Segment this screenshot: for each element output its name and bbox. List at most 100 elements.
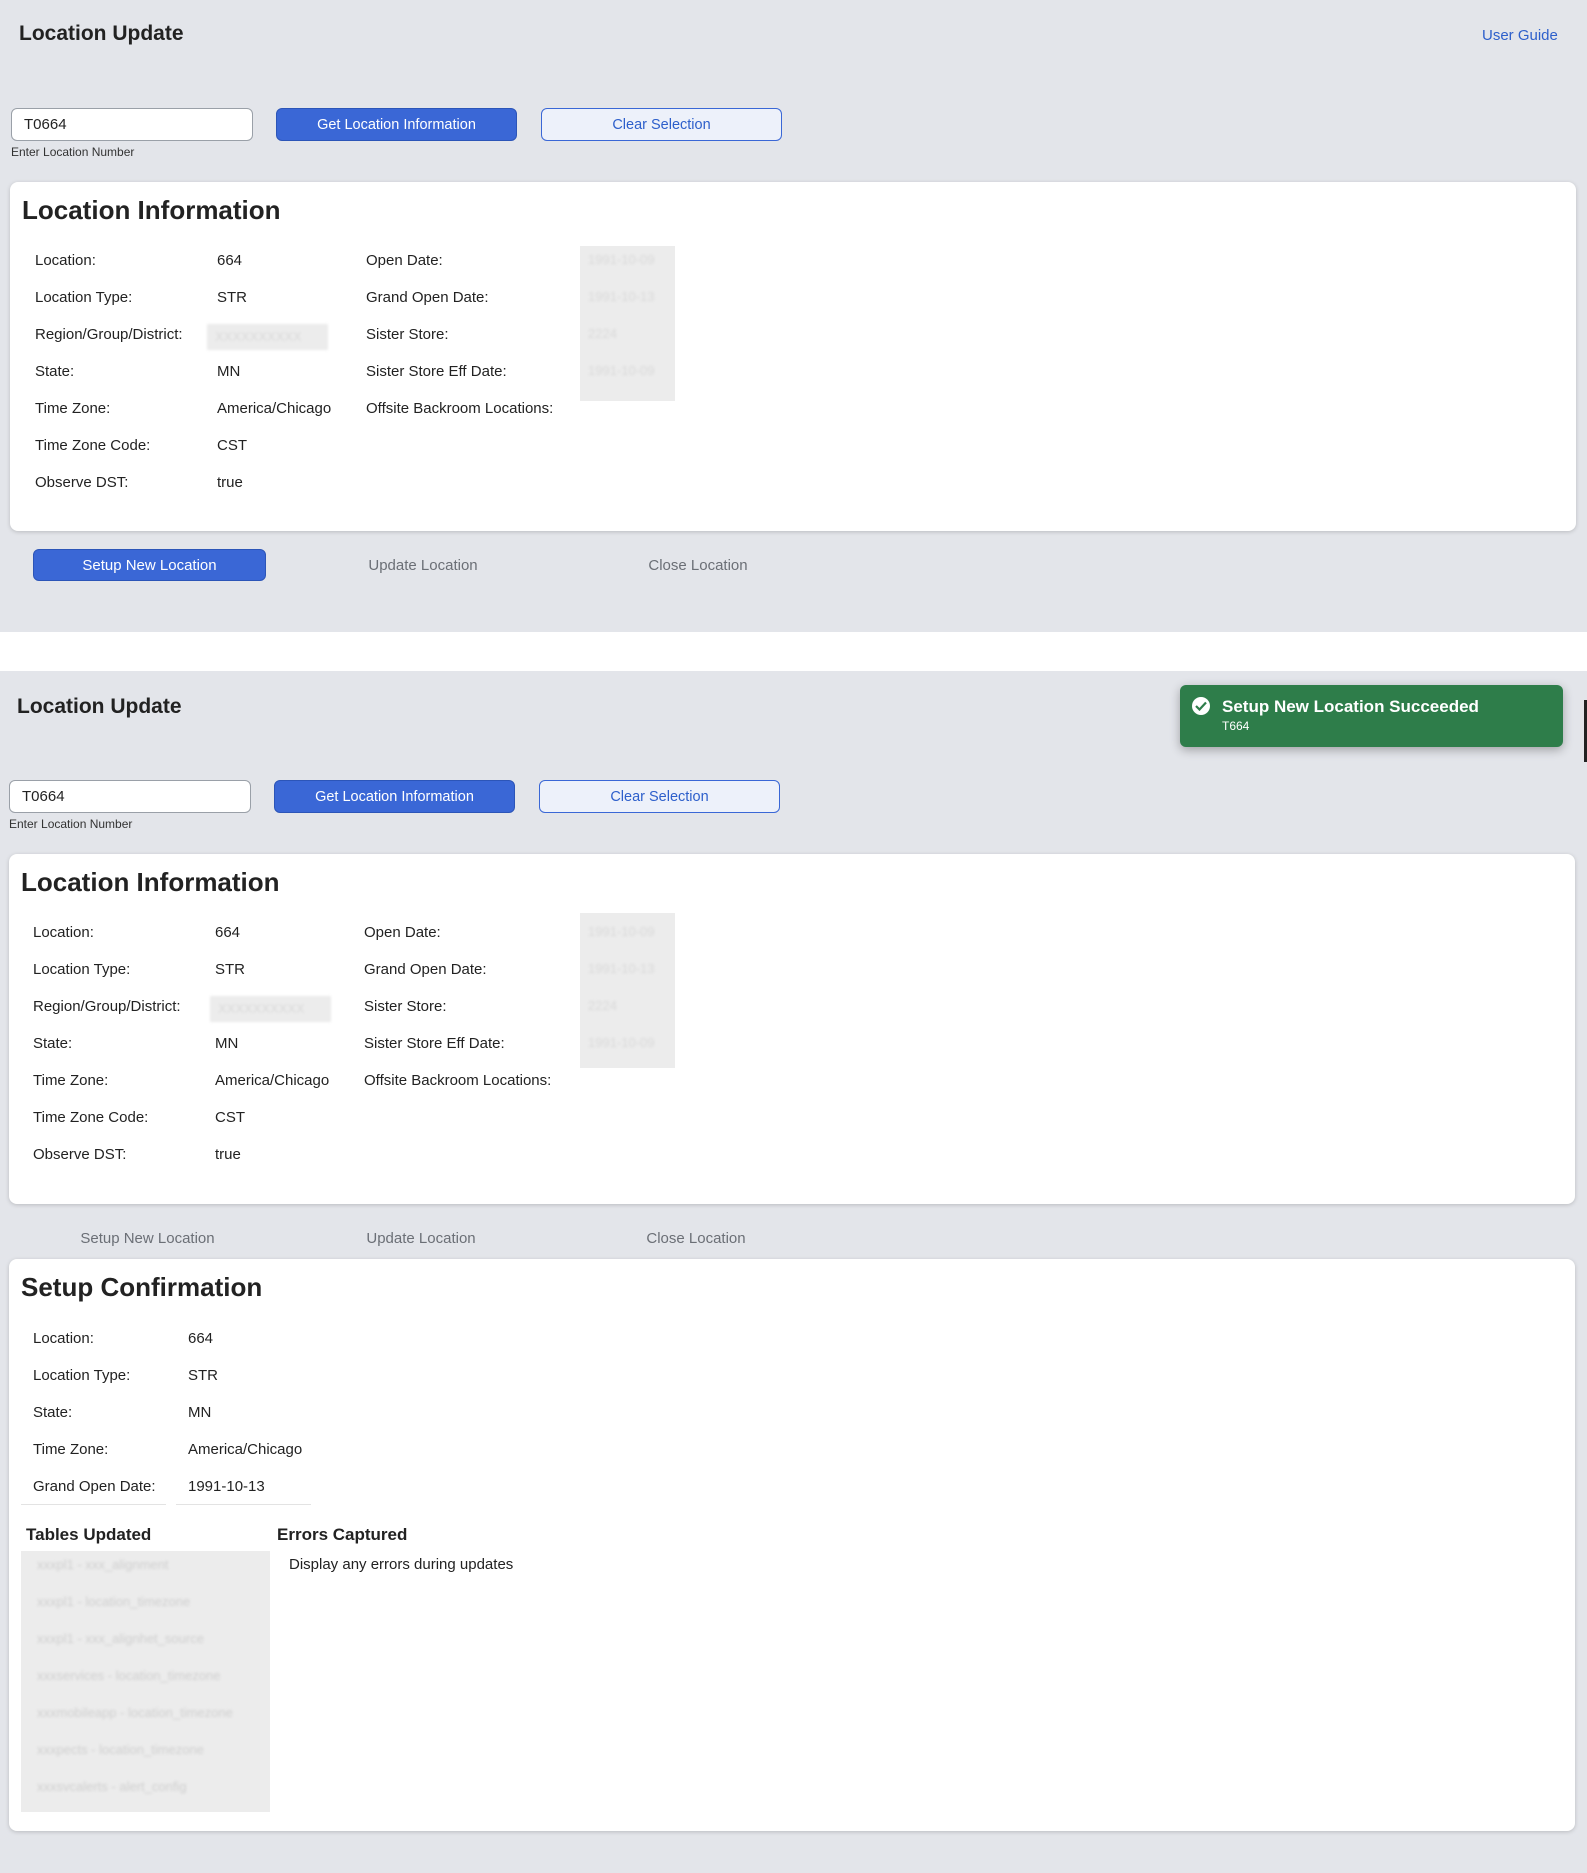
list-item: xxxpects - location_timezone — [37, 1742, 204, 1757]
location-info-card: Location Information Location: 664 Locat… — [9, 854, 1575, 1204]
card-title: Location Information — [22, 195, 281, 225]
list-item: xxxmobileapp - location_timezone — [37, 1705, 233, 1720]
get-location-button[interactable]: Get Location Information — [274, 780, 515, 813]
check-circle-icon — [1192, 697, 1210, 715]
time-zone-value: America/Chicago — [217, 400, 332, 417]
clear-selection-button[interactable]: Clear Selection — [539, 780, 780, 813]
sister-store-eff-date-label: Sister Store Eff Date: — [366, 363, 507, 380]
state-value: MN — [215, 1035, 239, 1052]
sister-store-eff-date-value: 1991-10-09 — [588, 363, 655, 378]
location-value: 664 — [217, 252, 243, 269]
offsite-backroom-label: Offsite Backroom Locations: — [366, 400, 554, 417]
location-type-value: STR — [217, 289, 247, 306]
location-number-input[interactable] — [9, 780, 251, 813]
grand-open-date-label: Grand Open Date: — [366, 289, 489, 306]
screen-before: Location Update User Guide Enter Locatio… — [0, 0, 1587, 632]
confirm-state-value: MN — [188, 1404, 212, 1421]
sister-store-value: 2224 — [588, 326, 617, 341]
time-zone-code-value: CST — [217, 437, 247, 454]
app-title: Location Update — [19, 22, 184, 45]
observe-dst-label: Observe DST: — [33, 1146, 127, 1163]
open-date-value: 1991-10-09 — [588, 924, 655, 939]
errors-captured-heading: Errors Captured — [277, 1525, 408, 1544]
open-date-label: Open Date: — [364, 924, 441, 941]
sister-store-eff-date-value: 1991-10-09 — [588, 1035, 655, 1050]
card-title: Location Information — [21, 867, 280, 897]
get-location-button[interactable]: Get Location Information — [276, 108, 517, 141]
list-item: xxxsvcalerts - alert_config — [37, 1779, 187, 1794]
confirm-grand-open-label: Grand Open Date: — [33, 1478, 156, 1495]
region-value-redacted: XXXXXXXXXX — [210, 996, 331, 1022]
region-label: Region/Group/District: — [35, 326, 183, 343]
update-location-button[interactable]: Update Location — [338, 1222, 504, 1254]
errors-text: Display any errors during updates — [289, 1556, 514, 1573]
location-type-label: Location Type: — [33, 961, 131, 978]
confirm-grand-open-value: 1991-10-13 — [188, 1478, 265, 1495]
location-number-input[interactable] — [11, 108, 253, 141]
sister-store-label: Sister Store: — [364, 998, 447, 1015]
input-hint: Enter Location Number — [11, 145, 135, 159]
location-value: 664 — [215, 924, 241, 941]
list-item: xxxpl1 - xxx_alignment — [37, 1557, 169, 1572]
time-zone-code-label: Time Zone Code: — [33, 1109, 149, 1126]
confirm-location-value: 664 — [188, 1330, 214, 1347]
toast-subtitle: T664 — [1222, 719, 1250, 733]
location-type-label: Location Type: — [35, 289, 133, 306]
setup-new-location-button[interactable]: Setup New Location — [50, 1222, 245, 1254]
confirm-time-zone-value: America/Chicago — [188, 1441, 303, 1458]
time-zone-value: America/Chicago — [215, 1072, 330, 1089]
sister-store-label: Sister Store: — [366, 326, 449, 343]
confirm-location-label: Location: — [33, 1330, 94, 1347]
time-zone-code-label: Time Zone Code: — [35, 437, 151, 454]
redacted-dates-block: 1991-10-09 1991-10-13 2224 1991-10-09 — [580, 246, 675, 401]
toast-title: Setup New Location Succeeded — [1222, 697, 1479, 716]
list-item: xxxservices - location_timezone — [37, 1668, 221, 1683]
screen-after: Location Update Enter Location Number Ge… — [0, 671, 1587, 1873]
location-label: Location: — [35, 252, 96, 269]
state-label: State: — [33, 1035, 73, 1052]
sister-store-value: 2224 — [588, 998, 617, 1013]
observe-dst-value: true — [217, 474, 243, 491]
input-hint: Enter Location Number — [9, 817, 133, 831]
location-type-value: STR — [215, 961, 245, 978]
confirm-time-zone-label: Time Zone: — [33, 1441, 109, 1458]
update-location-button[interactable]: Update Location — [340, 549, 506, 581]
divider — [21, 1504, 166, 1505]
time-zone-label: Time Zone: — [35, 400, 111, 417]
location-info-card: Location Information Location: 664 Locat… — [10, 182, 1576, 531]
observe-dst-value: true — [215, 1146, 241, 1163]
close-location-button[interactable]: Close Location — [613, 1222, 779, 1254]
confirmation-title: Setup Confirmation — [21, 1272, 263, 1302]
setup-confirmation-card: Setup Confirmation Location: 664 Locatio… — [9, 1259, 1575, 1831]
list-item: xxxpl1 - location_timezone — [37, 1594, 191, 1609]
observe-dst-label: Observe DST: — [35, 474, 129, 491]
confirm-state-label: State: — [33, 1404, 73, 1421]
region-value-redacted: XXXXXXXXXX — [207, 324, 328, 350]
time-zone-code-value: CST — [215, 1109, 245, 1126]
close-location-button[interactable]: Close Location — [615, 549, 781, 581]
redacted-dates-block: 1991-10-09 1991-10-13 2224 1991-10-09 — [580, 913, 675, 1068]
user-guide-link[interactable]: User Guide — [1482, 27, 1558, 44]
time-zone-label: Time Zone: — [33, 1072, 109, 1089]
region-label: Region/Group/District: — [33, 998, 181, 1015]
state-value: MN — [217, 363, 241, 380]
tables-updated-list: xxxpl1 - xxx_alignment xxxpl1 - location… — [21, 1551, 270, 1812]
confirm-type-label: Location Type: — [33, 1367, 131, 1384]
grand-open-date-value: 1991-10-13 — [588, 961, 655, 976]
clear-selection-button[interactable]: Clear Selection — [541, 108, 782, 141]
success-toast[interactable]: Setup New Location Succeeded T664 — [1180, 685, 1563, 747]
location-label: Location: — [33, 924, 94, 941]
setup-new-location-button[interactable]: Setup New Location — [33, 549, 266, 581]
state-label: State: — [35, 363, 75, 380]
offsite-backroom-label: Offsite Backroom Locations: — [364, 1072, 552, 1089]
list-item: xxxpl1 - xxx_alignhet_source — [37, 1631, 204, 1646]
divider — [176, 1504, 311, 1505]
tables-updated-heading: Tables Updated — [26, 1525, 152, 1544]
grand-open-date-label: Grand Open Date: — [364, 961, 487, 978]
open-date-label: Open Date: — [366, 252, 443, 269]
confirm-type-value: STR — [188, 1367, 218, 1384]
sister-store-eff-date-label: Sister Store Eff Date: — [364, 1035, 505, 1052]
open-date-value: 1991-10-09 — [588, 252, 655, 267]
grand-open-date-value: 1991-10-13 — [588, 289, 655, 304]
app-title: Location Update — [17, 695, 182, 718]
